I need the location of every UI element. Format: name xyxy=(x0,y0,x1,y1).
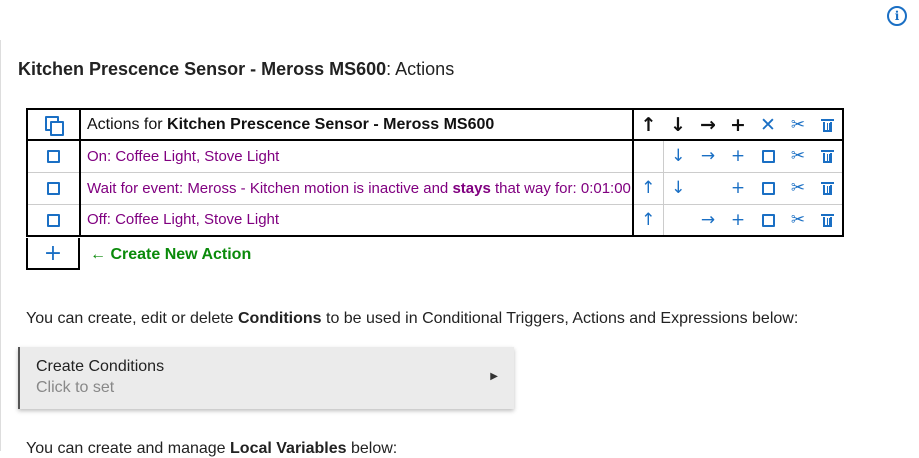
actions-header-text: Actions for Kitchen Prescence Sensor - M… xyxy=(87,116,494,133)
arrow-right-icon[interactable]: → xyxy=(701,146,715,166)
action-row: Wait for event: Meross - Kitchen motion … xyxy=(26,171,844,205)
arrow-down-icon[interactable]: ↓ xyxy=(670,114,686,136)
arrow-right-icon[interactable]: → xyxy=(700,114,716,136)
close-icon[interactable]: ✕ xyxy=(760,114,776,136)
delete-action-button[interactable] xyxy=(813,171,844,205)
move-down-all-button[interactable]: ↓ xyxy=(663,108,693,141)
plus-icon[interactable]: + xyxy=(731,146,745,166)
actions-header-prefix: Actions for xyxy=(87,115,168,133)
delete-action-button[interactable] xyxy=(813,203,844,237)
arrow-up-icon[interactable]: ↑ xyxy=(641,114,657,136)
variables-desc-post: below: xyxy=(346,440,398,457)
action-select-cell[interactable] xyxy=(26,139,81,173)
move-up-button[interactable]: ↑ xyxy=(633,203,663,237)
panel-left-border xyxy=(0,40,1,451)
trash-icon[interactable] xyxy=(821,118,834,132)
add-action-button[interactable]: + xyxy=(26,238,80,270)
row-select-checkbox[interactable] xyxy=(761,213,775,227)
action-checkbox[interactable] xyxy=(47,182,60,196)
conditions-desc-bold: Conditions xyxy=(238,310,322,327)
actions-table-header: Actions for Kitchen Prescence Sensor - M… xyxy=(26,108,844,141)
action-link-pre[interactable]: Wait for event: Meross - Kitchen motion … xyxy=(87,180,452,197)
plus-icon[interactable]: + xyxy=(730,114,746,136)
arrow-right-icon[interactable]: → xyxy=(701,210,715,230)
action-select-cell[interactable] xyxy=(26,171,81,205)
row-select-cell[interactable] xyxy=(753,139,783,173)
row-select-checkbox[interactable] xyxy=(761,182,775,196)
move-up-button[interactable]: ↑ xyxy=(633,171,663,205)
arrow-up-icon[interactable]: ↑ xyxy=(641,210,655,230)
trash-icon[interactable] xyxy=(821,213,834,227)
action-row: Off: Coffee Light, Stove Light ↑ → + ✂ xyxy=(26,203,844,237)
action-link[interactable]: On: Coffee Light, Stove Light xyxy=(87,148,279,165)
move-up-all-button[interactable]: ↑ xyxy=(633,108,663,141)
conditions-description: You can create, edit or delete Condition… xyxy=(26,310,798,328)
scissors-icon[interactable]: ✂ xyxy=(791,178,805,198)
create-conditions-title: Create Conditions xyxy=(36,358,165,375)
indent-cell xyxy=(693,171,723,205)
cut-all-button[interactable]: ✂ xyxy=(783,108,813,141)
action-link-bold[interactable]: stays xyxy=(452,180,490,197)
page-title-device: Kitchen Prescence Sensor - Meross MS600 xyxy=(18,59,387,79)
action-label-cell[interactable]: Off: Coffee Light, Stove Light xyxy=(80,203,634,237)
trash-icon[interactable] xyxy=(821,182,834,196)
row-select-checkbox[interactable] xyxy=(761,150,775,164)
action-checkbox[interactable] xyxy=(47,213,60,227)
action-select-cell[interactable] xyxy=(26,203,81,237)
scissors-icon[interactable]: ✂ xyxy=(791,115,805,135)
create-conditions-subtitle: Click to set xyxy=(36,379,115,396)
trash-icon[interactable] xyxy=(821,150,834,164)
conditions-desc-post: to be used in Conditional Triggers, Acti… xyxy=(321,310,799,327)
create-conditions-button[interactable]: Create Conditions Click to set ▶ xyxy=(18,347,514,409)
delete-all-button[interactable] xyxy=(813,108,844,141)
create-new-action-link[interactable]: ← Create New Action xyxy=(90,246,251,264)
scissors-icon[interactable]: ✂ xyxy=(791,210,805,230)
page-title-suffix: : Actions xyxy=(386,59,455,79)
move-up-cell xyxy=(633,139,663,173)
add-all-button[interactable]: + xyxy=(723,108,753,141)
actions-header-cell: Actions for Kitchen Prescence Sensor - M… xyxy=(80,108,634,141)
variables-desc-pre: You can create and manage xyxy=(26,440,231,457)
triangle-right-icon: ▶ xyxy=(490,371,498,382)
plus-icon[interactable]: + xyxy=(731,178,745,198)
arrow-up-icon[interactable]: ↑ xyxy=(641,178,655,198)
action-link[interactable]: Off: Coffee Light, Stove Light xyxy=(87,211,279,228)
move-down-button[interactable]: ↓ xyxy=(662,139,693,173)
conditions-desc-pre: You can create, edit or delete xyxy=(26,310,238,327)
move-down-button[interactable]: ↓ xyxy=(662,171,693,205)
plus-icon[interactable]: + xyxy=(44,241,62,266)
action-link-post[interactable]: that way for: 0:01:00 xyxy=(491,180,631,197)
action-label-cell[interactable]: Wait for event: Meross - Kitchen motion … xyxy=(80,171,634,205)
variables-desc-bold: Local Variables xyxy=(230,440,347,457)
action-label-cell[interactable]: On: Coffee Light, Stove Light xyxy=(80,139,634,173)
insert-action-button[interactable]: + xyxy=(723,171,753,205)
indent-all-button[interactable]: → xyxy=(693,108,723,141)
insert-action-button[interactable]: + xyxy=(723,139,753,173)
variables-description: You can create and manage Local Variable… xyxy=(26,440,397,458)
clear-selection-button[interactable]: ✕ xyxy=(753,108,783,141)
row-select-cell[interactable] xyxy=(753,171,783,205)
actions-table: Actions for Kitchen Prescence Sensor - M… xyxy=(26,108,844,237)
actions-header-device: Kitchen Prescence Sensor - Meross MS600 xyxy=(167,115,495,133)
insert-action-button[interactable]: + xyxy=(723,203,753,237)
copy-actions-cell[interactable] xyxy=(26,108,81,141)
indent-button[interactable]: → xyxy=(693,203,723,237)
action-row: On: Coffee Light, Stove Light ↓ → + ✂ xyxy=(26,139,844,173)
cut-action-button[interactable]: ✂ xyxy=(783,171,813,205)
plus-icon[interactable]: + xyxy=(731,210,745,230)
cut-action-button[interactable]: ✂ xyxy=(783,139,813,173)
copy-icon[interactable] xyxy=(44,115,64,136)
row-select-cell[interactable] xyxy=(753,203,783,237)
arrow-down-icon[interactable]: ↓ xyxy=(671,178,685,198)
cut-action-button[interactable]: ✂ xyxy=(783,203,813,237)
info-icon[interactable]: i xyxy=(887,6,907,26)
delete-action-button[interactable] xyxy=(813,139,844,173)
action-checkbox[interactable] xyxy=(47,150,60,164)
indent-button[interactable]: → xyxy=(693,139,723,173)
move-down-cell xyxy=(662,203,693,237)
action-link[interactable]: Wait for event: Meross - Kitchen motion … xyxy=(87,180,631,197)
page-title: Kitchen Prescence Sensor - Meross MS600:… xyxy=(18,59,454,80)
arrow-down-icon[interactable]: ↓ xyxy=(671,146,685,166)
scissors-icon[interactable]: ✂ xyxy=(791,146,805,166)
